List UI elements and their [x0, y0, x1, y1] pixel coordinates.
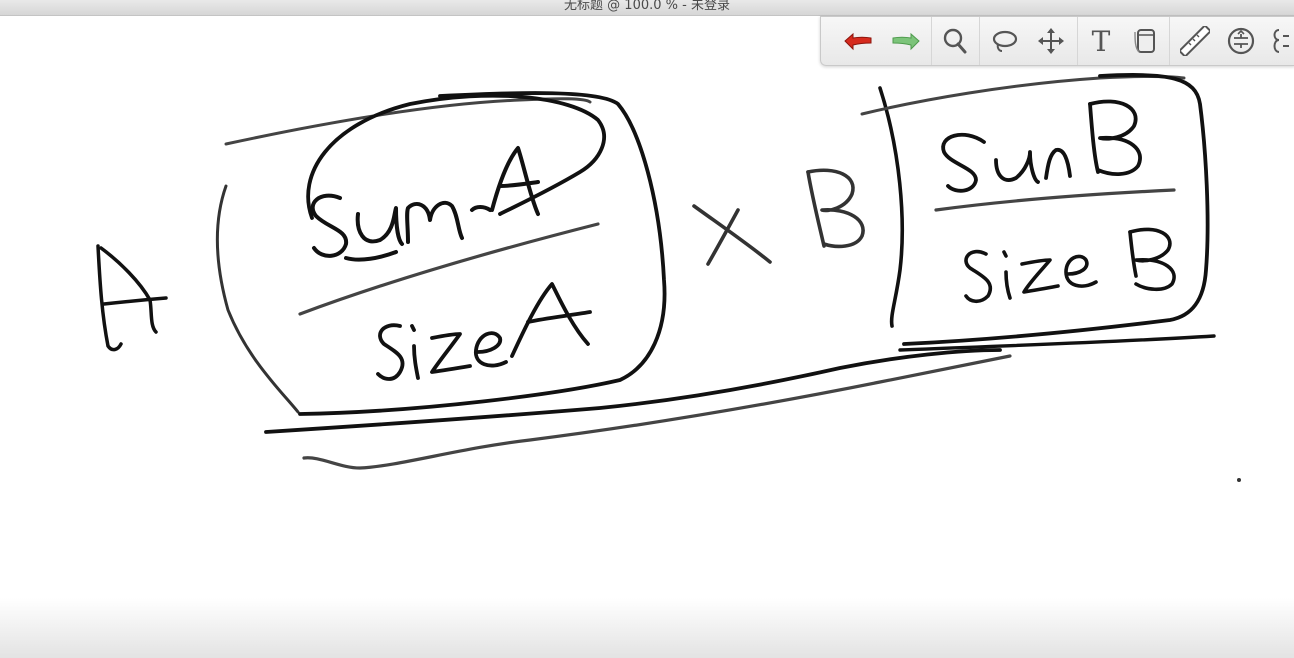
ink-multiply-b — [692, 168, 865, 266]
ink-word-suma — [310, 146, 540, 262]
ink-word-sizeb — [964, 227, 1176, 304]
shape-tool-icon[interactable] — [1225, 25, 1257, 57]
ink-left-bracket-a — [215, 184, 300, 414]
undo-arrow-icon[interactable] — [843, 25, 875, 57]
drawing-canvas[interactable] — [0, 16, 1294, 610]
text-tool-label: T — [1092, 27, 1111, 55]
window-title: 无标题 @ 100.0 % - 未登录 — [564, 0, 730, 13]
ruler-icon[interactable] — [1179, 25, 1211, 57]
ink-word-sizea — [376, 282, 592, 381]
bottom-shadow — [0, 598, 1294, 658]
ink-lower-curve — [302, 354, 1012, 470]
eraser-icon[interactable] — [1129, 25, 1161, 57]
window-titlebar: 无标题 @ 100.0 % - 未登录 — [0, 0, 1294, 16]
drawing-toolbar: T — [820, 16, 1294, 66]
app-window: 无标题 @ 100.0 % - 未登录 T — [0, 0, 1294, 658]
lasso-icon[interactable] — [989, 25, 1021, 57]
move-arrows-icon[interactable] — [1035, 25, 1067, 57]
ink-letter-a — [96, 244, 168, 352]
ink-dot — [1237, 478, 1241, 482]
handwritten-ink — [96, 72, 1241, 482]
ink-word-sumb — [941, 99, 1142, 193]
ink-left-bracket-b — [878, 86, 904, 328]
ink-fraction-line-b — [934, 188, 1176, 212]
selection-tool-icon[interactable] — [1267, 25, 1294, 57]
ink-top-line-b — [860, 75, 1186, 116]
magnifier-icon[interactable] — [939, 25, 971, 57]
ink-main-fraction-line — [264, 348, 1002, 434]
redo-arrow-icon[interactable] — [889, 25, 921, 57]
text-tool-icon[interactable]: T — [1085, 25, 1117, 57]
ink-ellipse-suma — [306, 93, 606, 220]
